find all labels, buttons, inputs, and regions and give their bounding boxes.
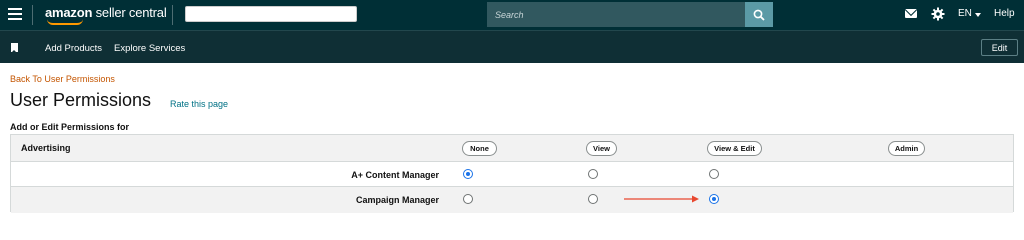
nav-explore-services[interactable]: Explore Services [114,43,185,54]
rate-this-page-link[interactable]: Rate this page [170,99,228,109]
mail-icon[interactable] [905,9,917,18]
caret-down-icon[interactable] [975,13,981,17]
search-icon [753,9,765,21]
nav-add-products[interactable]: Add Products [45,43,102,54]
section-label: Add or Edit Permissions for [10,122,130,132]
gear-icon[interactable] [931,7,945,21]
table-header-row: Advertising None View View & Edit Admin [11,135,1013,162]
top-navigation-bar: amazon seller central EN Help [0,0,1024,30]
menu-icon[interactable] [8,8,22,20]
radio-none[interactable] [463,194,473,204]
radio-view[interactable] [588,169,598,179]
language-selector[interactable]: EN [958,8,972,19]
search-button[interactable] [745,2,773,27]
column-view[interactable]: View [586,141,617,156]
annotation-arrow-icon [624,195,699,203]
seller-central-logo[interactable]: amazon seller central [45,5,167,25]
permissions-table: Advertising None View View & Edit Admin … [10,134,1014,213]
logo-smile [47,19,83,25]
logo-bold-text: amazon [45,5,93,20]
bookmark-icon[interactable] [11,43,18,53]
edit-bookmarks-button[interactable]: Edit [981,39,1018,56]
merchant-selector[interactable] [185,6,357,22]
radio-view[interactable] [588,194,598,204]
search-bar [487,2,773,27]
bookmark-bar: Add Products Explore Services Edit [0,30,1024,63]
table-row: A+ Content Manager [11,162,1013,187]
permission-name: A+ Content Manager [351,170,439,180]
logo-light-text: seller central [95,5,167,20]
category-label: Advertising [21,143,71,153]
divider [172,5,173,25]
column-view-edit[interactable]: View & Edit [707,141,762,156]
column-admin[interactable]: Admin [888,141,925,156]
table-row: Campaign Manager [11,187,1013,213]
radio-view-edit[interactable] [709,169,719,179]
page-title: User Permissions [10,90,152,110]
permission-name: Campaign Manager [355,195,439,205]
search-input[interactable] [487,2,745,27]
radio-none[interactable] [463,169,473,179]
divider [32,5,33,25]
help-link[interactable]: Help [994,8,1015,19]
back-to-user-permissions-link[interactable]: Back To User Permissions [10,74,115,84]
radio-view-edit[interactable] [709,194,719,204]
column-none[interactable]: None [462,141,497,156]
